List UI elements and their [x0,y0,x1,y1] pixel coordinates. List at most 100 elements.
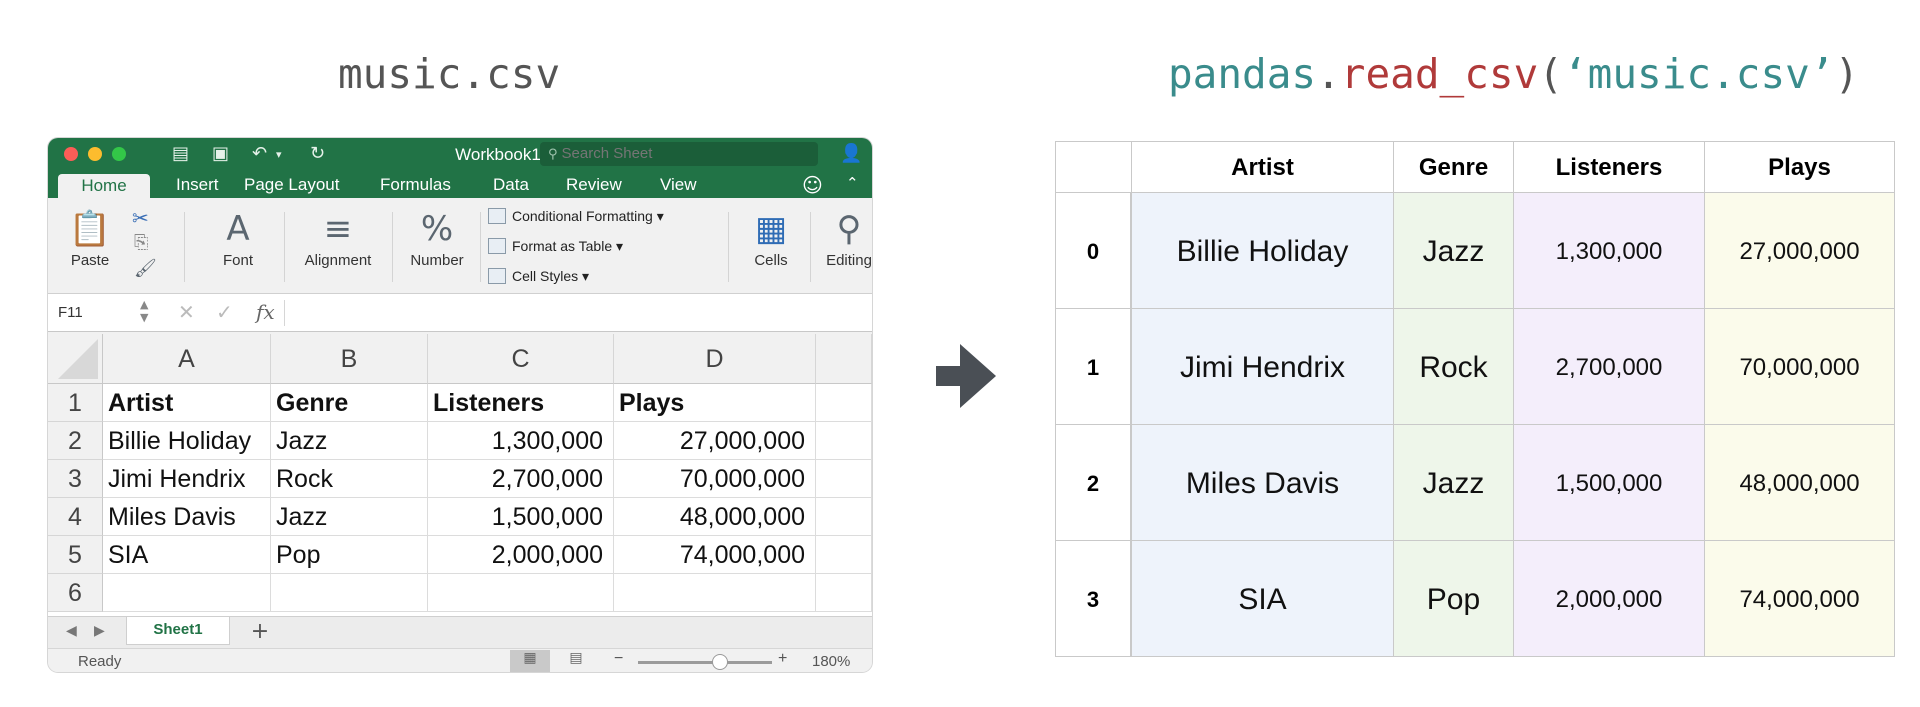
df-cell-genre: Pop [1393,540,1514,657]
cell-styles-button[interactable]: Cell Styles ▾ [488,268,589,285]
next-sheet-icon[interactable]: ▶ [94,623,105,639]
cell-b3[interactable]: Rock [271,460,428,498]
column-header-b[interactable]: B [271,334,428,384]
maximize-window-button[interactable] [112,147,126,161]
cell-a5[interactable]: SIA [103,536,271,574]
cell-a4[interactable]: Miles Davis [103,498,271,536]
cell-e4[interactable] [816,498,872,536]
cell-b4[interactable]: Jazz [271,498,428,536]
zoom-out-button[interactable]: − [614,650,623,668]
insert-function-icon[interactable]: fx [256,300,275,324]
save-icon[interactable]: ▣ [212,143,229,164]
df-cell-listeners: 2,000,000 [1513,540,1705,657]
alignment-group[interactable]: ≡ Alignment [288,206,388,269]
name-box-stepper-icon[interactable]: ▲ ▼ [140,298,148,324]
sheet-tab-sheet1[interactable]: Sheet1 [126,617,230,645]
conditional-formatting-icon [488,208,506,224]
page-layout-view-icon[interactable]: ▤ [556,650,596,672]
column-header-d[interactable]: D [614,334,816,384]
font-group[interactable]: A Font [198,206,278,269]
zoom-in-button[interactable]: + [778,650,787,668]
cut-icon[interactable]: ✂ [132,206,149,230]
cell-b5[interactable]: Pop [271,536,428,574]
dataframe-table: Artist Genre Listeners Plays 0 Billie Ho… [1055,141,1895,661]
cell-e2[interactable] [816,422,872,460]
copy-icon[interactable]: ⎘ [134,232,148,253]
editing-label: Editing [826,252,872,269]
tab-formulas[interactable]: Formulas [380,175,451,195]
cell-a1[interactable]: Artist [103,384,271,422]
column-header-c[interactable]: C [428,334,614,384]
caption-module: pandas [1168,50,1317,98]
undo-dropdown-icon[interactable]: ▾ [276,148,282,161]
column-header-a[interactable]: A [103,334,271,384]
close-window-button[interactable] [64,147,78,161]
cell-a6[interactable] [103,574,271,612]
zoom-slider-thumb[interactable] [712,654,728,670]
formula-divider [284,300,285,326]
row-header[interactable]: 5 [48,536,103,574]
format-painter-icon[interactable]: 🖌 [134,258,157,279]
cell-d5[interactable]: 74,000,000 [614,536,816,574]
zoom-slider[interactable] [638,661,772,664]
cell-b2[interactable]: Jazz [271,422,428,460]
name-box[interactable]: F11 [58,304,83,321]
df-cell-genre: Jazz [1393,192,1514,309]
cell-d2[interactable]: 27,000,000 [614,422,816,460]
redo-icon[interactable]: ↻ [310,143,325,164]
minimize-window-button[interactable] [88,147,102,161]
sheet-tabs-bar: ◀ ▶ Sheet1 + [48,616,872,648]
search-sheet-box[interactable]: ⚲ [540,142,818,166]
cell-c2[interactable]: 1,300,000 [428,422,614,460]
cell-a3[interactable]: Jimi Hendrix [103,460,271,498]
normal-view-icon[interactable]: ▦ [510,650,550,672]
cell-b1[interactable]: Genre [271,384,428,422]
cell-e6[interactable] [816,574,872,612]
tab-review[interactable]: Review [566,175,622,195]
confirm-formula-icon[interactable]: ✓ [216,300,233,324]
row-header[interactable]: 4 [48,498,103,536]
row-header[interactable]: 2 [48,422,103,460]
search-sheet-input[interactable] [561,145,792,162]
row-header[interactable]: 6 [48,574,103,612]
editing-group[interactable]: ⚲ Editing [814,206,872,269]
cell-e3[interactable] [816,460,872,498]
conditional-formatting-button[interactable]: Conditional Formatting ▾ [488,208,664,225]
tab-insert[interactable]: Insert [176,175,219,195]
sidebar-toggle-icon[interactable]: ▤ [172,143,189,164]
tab-page-layout[interactable]: Page Layout [244,175,339,195]
tab-data[interactable]: Data [493,175,529,195]
cell-c4[interactable]: 1,500,000 [428,498,614,536]
percent-icon: % [420,209,454,249]
cell-a2[interactable]: Billie Holiday [103,422,271,460]
cell-e1[interactable] [816,384,872,422]
format-as-table-button[interactable]: Format as Table ▾ [488,238,623,255]
cell-d1[interactable]: Plays [614,384,816,422]
paste-group[interactable]: 📋 Paste [58,206,122,269]
collapse-ribbon-icon[interactable]: ⌃ [846,174,859,192]
row-header[interactable]: 1 [48,384,103,422]
tab-home[interactable]: Home [58,174,150,198]
cell-c6[interactable] [428,574,614,612]
tab-view[interactable]: View [660,175,697,195]
cell-b6[interactable] [271,574,428,612]
cell-c3[interactable]: 2,700,000 [428,460,614,498]
column-header-e[interactable] [816,334,872,384]
cell-c5[interactable]: 2,000,000 [428,536,614,574]
cell-e5[interactable] [816,536,872,574]
number-group[interactable]: % Number [400,206,474,269]
cell-d3[interactable]: 70,000,000 [614,460,816,498]
cell-c1[interactable]: Listeners [428,384,614,422]
row-header[interactable]: 3 [48,460,103,498]
prev-sheet-icon[interactable]: ◀ [66,623,77,639]
cells-group[interactable]: ▦ Cells [736,206,806,269]
share-icon[interactable]: 👤 [840,143,862,164]
add-sheet-button[interactable]: + [238,619,282,645]
df-index-cell: 3 [1055,540,1131,657]
cancel-formula-icon[interactable]: ✕ [178,300,195,324]
cell-d6[interactable] [614,574,816,612]
select-all-corner[interactable] [48,334,103,384]
feedback-smiley-icon[interactable]: ☺ [802,173,823,197]
cell-d4[interactable]: 48,000,000 [614,498,816,536]
undo-icon[interactable]: ↶ [252,143,267,164]
